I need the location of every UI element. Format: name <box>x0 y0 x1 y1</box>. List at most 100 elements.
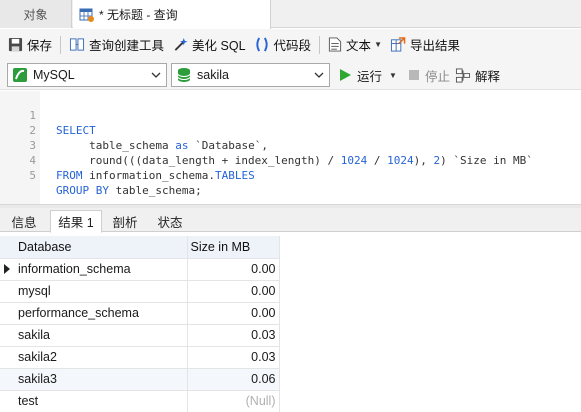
line-number: 5 <box>29 169 36 182</box>
chevron-down-icon <box>151 72 161 78</box>
row-indicator <box>0 346 15 369</box>
cell-size[interactable]: 0.00 <box>187 302 280 325</box>
database-value: sakila <box>197 68 229 82</box>
column-header-database[interactable]: Database <box>15 236 188 259</box>
row-indicator <box>0 390 15 412</box>
query-toolbar: 保存 查询创建工具 美化 SQL 代码段 文本 ▼ 导出结果 <box>0 29 581 60</box>
code-line: 5 GROUP BY table_schema; <box>0 153 581 197</box>
toolbar-divider <box>60 35 62 54</box>
row-indicator <box>0 324 15 347</box>
tab-profile-label: 剖析 <box>112 215 138 230</box>
row-indicator <box>0 368 15 391</box>
chevron-down-icon: ▼ <box>374 40 382 49</box>
cell-size-null[interactable]: (Null) <box>187 390 280 412</box>
toolbar-divider <box>319 35 321 54</box>
save-label: 保存 <box>27 39 53 53</box>
table-row[interactable]: mysql 0.00 <box>0 280 280 303</box>
code-snippet-label: 代码段 <box>273 39 312 53</box>
connection-select[interactable]: MySQL <box>7 63 167 87</box>
query-builder-label: 查询创建工具 <box>89 39 165 53</box>
query-table-icon <box>79 7 95 23</box>
query-builder-button[interactable]: 查询创建工具 <box>65 33 168 57</box>
code-line: 1 SELECT <box>0 93 581 137</box>
stop-icon <box>409 70 419 80</box>
code-text: FROM information_schema.TABLES <box>56 169 255 182</box>
text-output-label: 文本 <box>346 39 372 53</box>
chevron-down-icon <box>314 72 324 78</box>
cell-size[interactable]: 0.06 <box>187 368 280 391</box>
tab-objects-label: 对象 <box>23 7 48 22</box>
stop-label: 停止 <box>425 69 451 84</box>
code-line: 4 FROM information_schema.TABLES <box>0 138 581 182</box>
text-output-button[interactable]: 文本 ▼ <box>324 33 386 57</box>
sql-editor[interactable]: 1 SELECT 2 table_schema as `Database`, 3… <box>0 91 581 205</box>
row-indicator-header <box>0 236 15 259</box>
cell-database[interactable]: information_schema <box>15 258 188 281</box>
magic-wand-icon <box>174 37 188 51</box>
database-icon <box>177 68 191 82</box>
cell-database[interactable]: sakila <box>15 324 188 347</box>
chevron-down-icon: ▼ <box>389 70 397 80</box>
row-indicator <box>0 258 15 281</box>
tab-status-label: 状态 <box>157 215 183 230</box>
table-row[interactable]: sakila 0.03 <box>0 324 280 347</box>
code-snippet-button[interactable]: 代码段 <box>250 33 316 57</box>
row-indicator <box>0 302 15 325</box>
explain-label: 解释 <box>475 69 501 84</box>
cell-database[interactable]: test <box>15 390 188 412</box>
export-results-button[interactable]: 导出结果 <box>386 33 464 57</box>
current-row-icon <box>4 264 10 274</box>
tab-result-1[interactable]: 结果 1 <box>50 210 102 233</box>
document-text-icon <box>328 37 342 52</box>
tab-objects[interactable]: 对象 <box>0 0 72 28</box>
run-label: 运行 <box>357 69 383 84</box>
explain-icon <box>455 67 471 83</box>
table-row[interactable]: information_schema 0.00 <box>0 258 280 281</box>
code-line: 2 table_schema as `Database`, <box>0 108 581 152</box>
database-select[interactable]: sakila <box>171 63 330 87</box>
tab-query-label: * 无标题 - 查询 <box>99 8 178 22</box>
cell-size[interactable]: 0.00 <box>187 258 280 281</box>
cell-database[interactable]: mysql <box>15 280 188 303</box>
table-row[interactable]: test (Null) <box>0 390 280 412</box>
column-header-size[interactable]: Size in MB <box>187 236 280 259</box>
tab-query[interactable]: * 无标题 - 查询 <box>73 0 271 29</box>
code-text: GROUP BY table_schema; <box>56 184 202 197</box>
run-button[interactable]: 运行 ▼ <box>338 63 397 87</box>
tab-profile[interactable]: 剖析 <box>103 210 147 232</box>
tab-info[interactable]: 信息 <box>2 210 46 232</box>
mysql-connection-icon <box>13 68 27 82</box>
connection-bar: MySQL sakila 运行 ▼ 停止 解释 <box>0 60 581 90</box>
connection-value: MySQL <box>33 68 75 82</box>
code-line: 3 round(((data_length + index_length) / … <box>0 123 581 167</box>
row-indicator <box>0 280 15 303</box>
query-builder-icon <box>69 38 85 51</box>
table-row[interactable]: sakila3 0.06 <box>0 368 280 391</box>
result-grid[interactable]: Database Size in MB information_schema 0… <box>0 236 581 412</box>
tab-status[interactable]: 状态 <box>148 210 192 232</box>
export-icon <box>390 37 406 52</box>
play-icon <box>340 69 351 81</box>
cell-size[interactable]: 0.00 <box>187 280 280 303</box>
result-tab-strip: 信息 结果 1 剖析 状态 <box>0 208 581 233</box>
beautify-sql-button[interactable]: 美化 SQL <box>168 33 250 57</box>
cell-database[interactable]: performance_schema <box>15 302 188 325</box>
document-tab-strip: 对象 * 无标题 - 查询 <box>0 0 581 29</box>
table-row[interactable]: performance_schema 0.00 <box>0 302 280 325</box>
save-icon <box>8 37 23 52</box>
parentheses-icon <box>255 37 268 52</box>
cell-size[interactable]: 0.03 <box>187 346 280 369</box>
tab-info-label: 信息 <box>11 215 37 230</box>
explain-button[interactable]: 解释 <box>455 63 500 87</box>
result-table: Database Size in MB information_schema 0… <box>0 236 280 412</box>
save-button[interactable]: 保存 <box>4 33 56 57</box>
cell-database[interactable]: sakila2 <box>15 346 188 369</box>
stop-button[interactable]: 停止 <box>408 63 450 87</box>
table-row[interactable]: sakila2 0.03 <box>0 346 280 369</box>
export-results-label: 导出结果 <box>409 39 460 53</box>
header-row: Database Size in MB <box>0 236 280 259</box>
tab-result-1-label: 结果 1 <box>58 216 94 230</box>
cell-database[interactable]: sakila3 <box>15 368 188 391</box>
beautify-sql-label: 美化 SQL <box>192 39 246 53</box>
cell-size[interactable]: 0.03 <box>187 324 280 347</box>
